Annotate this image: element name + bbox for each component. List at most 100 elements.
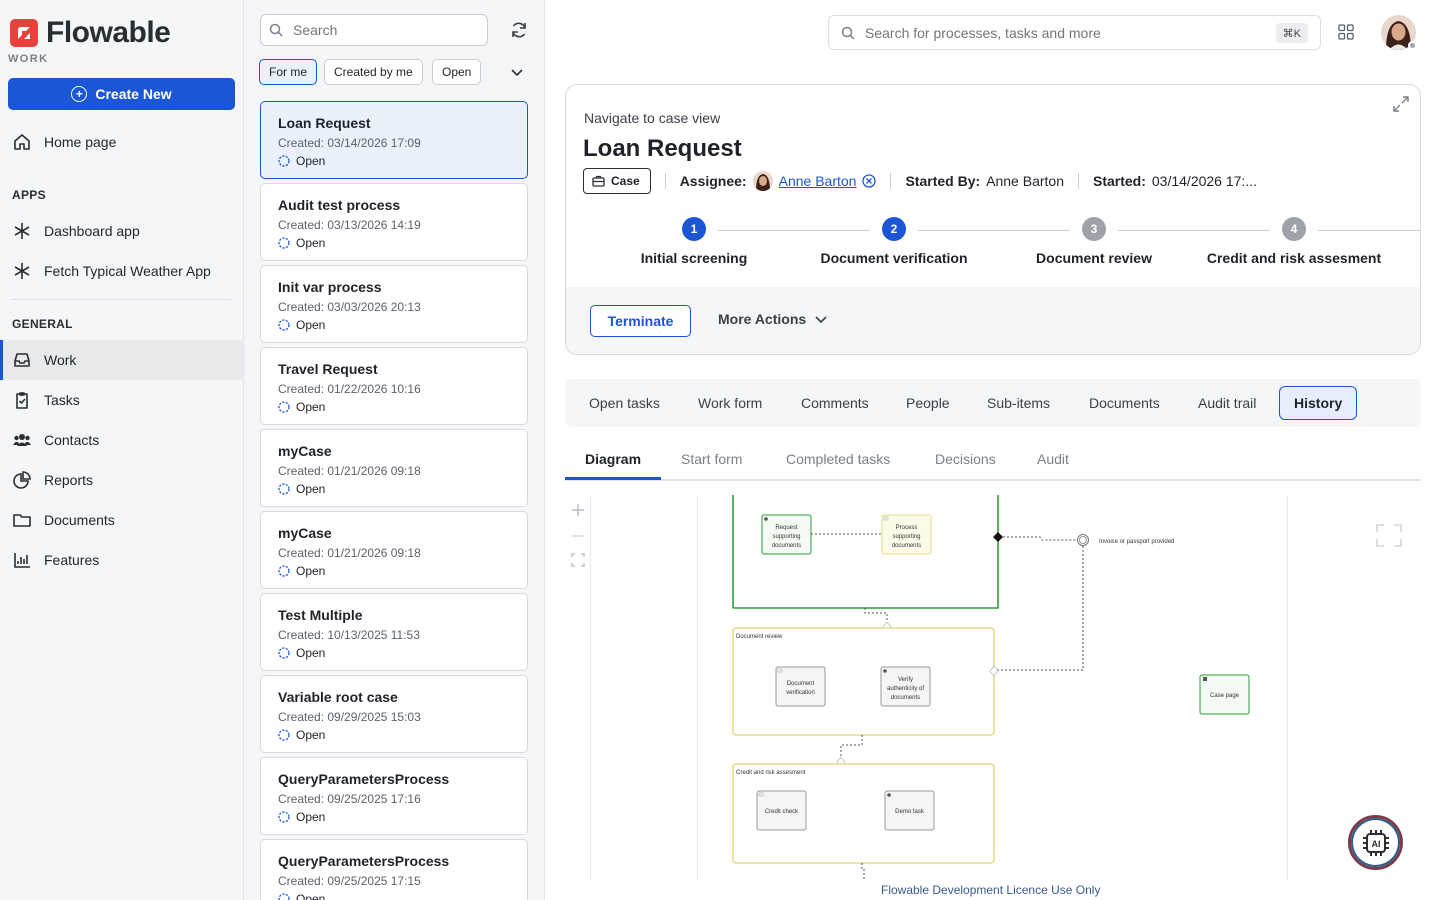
tab-audit-trail[interactable]: Audit trail: [1188, 386, 1266, 420]
status-open-icon: [278, 647, 290, 659]
connector: [861, 863, 865, 880]
navigate-to-case-link[interactable]: Navigate to case view: [584, 110, 720, 126]
global-search[interactable]: ⌘K: [828, 15, 1321, 50]
refresh-icon[interactable]: [509, 20, 529, 40]
case-type-label: Case: [611, 174, 640, 188]
list-item-title: QueryParametersProcess: [278, 853, 450, 869]
create-new-button[interactable]: + Create New: [8, 78, 235, 110]
app-logo[interactable]: Flowable: [10, 18, 171, 48]
tab-history[interactable]: History: [1279, 386, 1358, 420]
criterion-label: Invoice or passport provided: [1099, 539, 1174, 545]
list-item-created: Created: 01/22/2026 10:16: [278, 382, 421, 396]
diagram-fullscreen-icon[interactable]: [1376, 524, 1402, 547]
terminate-button[interactable]: Terminate: [590, 305, 691, 337]
list-item[interactable]: Travel Request Created: 01/22/2026 10:16 O…: [260, 347, 528, 425]
case-tabs: Open tasks Work form Comments People Sub…: [565, 379, 1421, 427]
sidebar-item-documents[interactable]: Documents: [0, 500, 243, 540]
status-open-icon: [278, 811, 290, 823]
tab-open-tasks[interactable]: Open tasks: [579, 386, 670, 420]
cmmn-diagram: Request supporting documents Process sup…: [732, 495, 1402, 880]
step-label: Initial screening: [640, 250, 748, 266]
sidebar-item-reports[interactable]: Reports: [0, 460, 243, 500]
stage-step[interactable]: 4 Credit and risk assesment: [1194, 217, 1394, 266]
tab-sub-items[interactable]: Sub-items: [977, 386, 1060, 420]
remove-assignee-icon[interactable]: [862, 174, 877, 188]
task-process-supporting-documents[interactable]: Process supporting documents: [881, 514, 932, 555]
list-item-status: Open: [278, 892, 527, 900]
status-open-icon: [278, 565, 290, 577]
svg-text:AI: AI: [1371, 839, 1380, 849]
started-value: 03/14/2026 17:...: [1151, 173, 1257, 189]
chevron-down-icon[interactable]: [509, 64, 525, 80]
subtab-diagram[interactable]: Diagram: [585, 451, 641, 467]
stage-step[interactable]: 2 Document verification: [794, 217, 994, 266]
list-search-input[interactable]: [293, 22, 473, 38]
event-listener-invoice-or-passport[interactable]: Invoice or passport provided: [1077, 534, 1175, 546]
step-number: 1: [682, 217, 706, 241]
list-item[interactable]: Test Multiple Created: 10/13/2025 11:53 Op…: [260, 593, 528, 671]
list-item[interactable]: myCase Created: 01/21/2026 09:18 Open: [260, 429, 528, 507]
tab-people[interactable]: People: [896, 386, 960, 420]
task-request-supporting-documents[interactable]: Request supporting documents: [761, 514, 812, 555]
svg-text:authenticity of: authenticity of: [887, 686, 924, 692]
filter-for-me[interactable]: For me: [259, 59, 318, 85]
assignee-link[interactable]: Anne Barton: [779, 173, 857, 189]
sidebar-item-features[interactable]: Features: [0, 540, 243, 580]
sidebar-item-tasks[interactable]: Tasks: [0, 380, 243, 420]
svg-text:Verify: Verify: [898, 677, 913, 683]
sidebar-item-home[interactable]: Home page: [0, 122, 243, 162]
list-item[interactable]: QueryParametersProcess Created: 09/25/202…: [260, 839, 528, 900]
subtab-start-form[interactable]: Start form: [681, 451, 742, 467]
list-item-title: Variable root case: [278, 689, 398, 705]
list-item[interactable]: Variable root case Created: 09/29/2025 15…: [260, 675, 528, 753]
connector: [1003, 536, 1077, 541]
task-verify-authenticity[interactable]: Verify authenticity of documents: [880, 666, 931, 707]
global-search-input[interactable]: [865, 24, 1255, 41]
task-demo-task[interactable]: Demo task: [884, 790, 935, 831]
folder-icon: [13, 514, 31, 527]
ai-chip-icon: AI: [1362, 829, 1389, 856]
case-stage-stepper: 1 Initial screening 2 Document verification…: [566, 217, 1420, 267]
filter-created-by-me[interactable]: Created by me: [324, 59, 423, 85]
list-search[interactable]: [260, 14, 488, 46]
stage-step[interactable]: 1 Initial screening: [594, 217, 794, 266]
list-item-created: Created: 03/13/2026 14:19: [278, 218, 421, 232]
subtab-audit[interactable]: Audit: [1037, 451, 1069, 467]
subtab-completed-tasks[interactable]: Completed tasks: [786, 451, 890, 467]
list-item-created: Created: 03/03/2026 20:13: [278, 300, 421, 314]
case-actions-bar: Terminate More Actions: [566, 287, 1420, 354]
list-item-status: Open: [278, 728, 527, 742]
tab-comments[interactable]: Comments: [791, 386, 879, 420]
tab-work-form[interactable]: Work form: [688, 386, 772, 420]
task-credit-check[interactable]: Credit check: [756, 790, 807, 831]
task-label: Case page: [1210, 693, 1240, 699]
chevron-down-icon: [815, 316, 827, 324]
list-item[interactable]: Loan Request Created: 03/14/2026 17:09 Ope…: [260, 101, 528, 179]
list-item-created: Created: 09/25/2025 17:15: [278, 874, 421, 888]
task-document-verification[interactable]: Document verification: [775, 666, 826, 707]
sidebar-item-weather-app[interactable]: Fetch Typical Weather App: [0, 251, 243, 291]
divider: [12, 299, 231, 300]
subtab-decisions[interactable]: Decisions: [935, 451, 996, 467]
case-page[interactable]: Case page: [1199, 674, 1250, 715]
list-item[interactable]: QueryParametersProcess Created: 09/25/202…: [260, 757, 528, 835]
stage-step[interactable]: 3 Document review: [994, 217, 1194, 266]
tab-documents[interactable]: Documents: [1079, 386, 1170, 420]
sidebar-item-work[interactable]: Work: [0, 340, 243, 380]
more-actions-button[interactable]: More Actions: [718, 311, 828, 327]
pie-chart-icon: [13, 471, 31, 489]
sidebar-item-dashboard-app[interactable]: Dashboard app: [0, 211, 243, 251]
stage-document-review[interactable]: Document review: [732, 627, 995, 736]
expand-icon[interactable]: [1392, 95, 1410, 113]
list-item[interactable]: Audit test process Created: 03/13/2026 14…: [260, 183, 528, 261]
list-item[interactable]: myCase Created: 01/21/2026 09:18 Open: [260, 511, 528, 589]
app-grid-icon[interactable]: [1338, 24, 1354, 40]
sidebar-item-label: Fetch Typical Weather App: [44, 263, 211, 279]
ai-assistant-button[interactable]: AI: [1348, 815, 1403, 870]
filter-open[interactable]: Open: [432, 59, 482, 85]
sidebar-item-contacts[interactable]: Contacts: [0, 420, 243, 460]
list-item-status: Open: [278, 154, 527, 168]
list-item[interactable]: Init var process Created: 03/03/2026 20:1…: [260, 265, 528, 343]
step-label: Document review: [1036, 250, 1152, 266]
search-icon: [841, 26, 855, 40]
